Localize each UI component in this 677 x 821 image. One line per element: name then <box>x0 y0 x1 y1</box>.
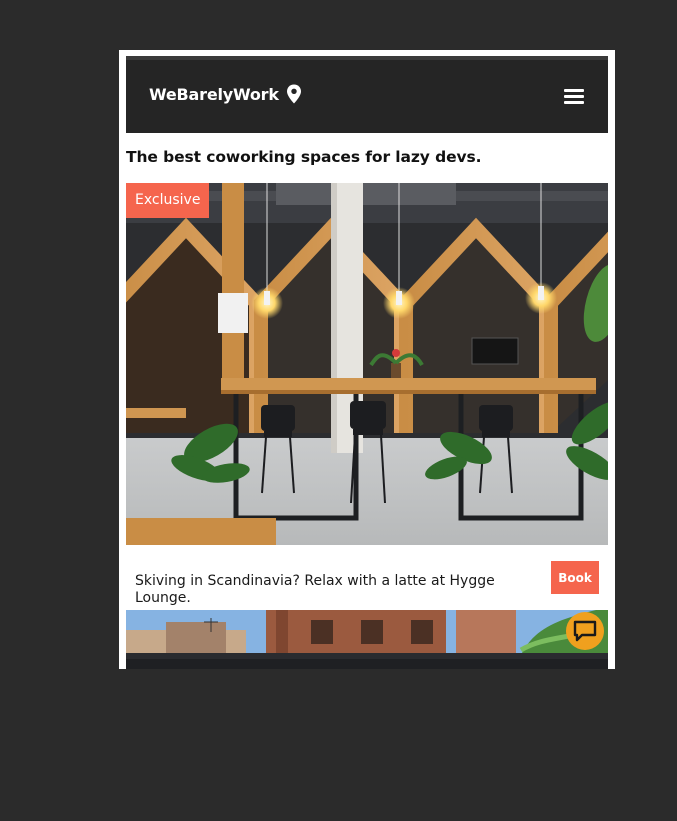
exclusive-badge: Exclusive <box>126 183 210 218</box>
book-button[interactable]: Book <box>551 561 599 594</box>
phone-viewport: WeBarelyWork The best coworking spaces f… <box>119 50 615 669</box>
street-photo <box>126 610 608 669</box>
location-pin-icon <box>286 84 302 104</box>
brand-name: WeBarelyWork <box>149 84 279 104</box>
next-space-photo[interactable] <box>126 610 608 669</box>
featured-caption: Skiving in Scandinavia? Relax with a lat… <box>135 573 495 606</box>
featured-space-photo[interactable]: Exclusive <box>126 183 608 545</box>
hamburger-menu-icon[interactable] <box>563 87 585 105</box>
top-navbar: WeBarelyWork <box>126 56 608 133</box>
coworking-photo <box>126 183 608 545</box>
brand-logo[interactable]: WeBarelyWork <box>149 84 302 104</box>
page-tagline: The best coworking spaces for lazy devs. <box>126 148 482 166</box>
chat-bubble-icon[interactable] <box>566 612 604 650</box>
